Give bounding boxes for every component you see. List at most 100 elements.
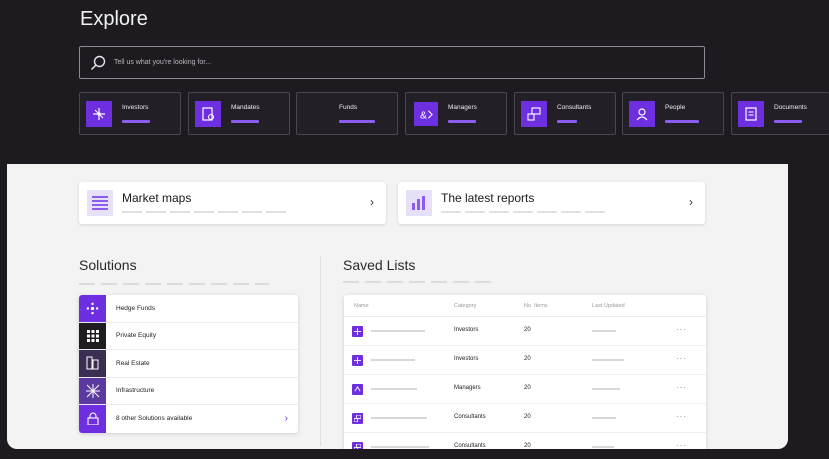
placeholder-line (371, 446, 429, 448)
real-estate-icon (79, 350, 106, 377)
placeholder-line (441, 211, 461, 213)
solution-infrastructure[interactable]: Infrastructure (79, 377, 298, 405)
investors-icon (86, 101, 112, 127)
solution-label: 8 other Solutions available (116, 415, 193, 423)
placeholder-line (489, 211, 509, 213)
category-bar (557, 120, 577, 123)
placeholder-line (218, 211, 238, 213)
more-icon[interactable]: ··· (676, 325, 687, 334)
solution-more[interactable]: 8 other Solutions available › (79, 405, 298, 433)
solution-label: Infrastructure (116, 387, 155, 395)
column-header[interactable]: Category (454, 303, 476, 309)
row-items: 20 (524, 443, 531, 449)
more-icon[interactable]: ··· (676, 354, 687, 363)
row-category: Consultants (454, 414, 486, 420)
placeholder-line (371, 417, 427, 419)
category-documents[interactable]: Documents (731, 92, 829, 135)
mandates-icon (195, 101, 221, 127)
row-items: 20 (524, 385, 531, 391)
placeholder-line (266, 211, 286, 213)
category-mandates[interactable]: Mandates (188, 92, 290, 135)
placeholder-line (79, 283, 269, 285)
category-bar (339, 120, 375, 123)
row-category: Investors (454, 356, 479, 362)
table-row[interactable]: Investors 20 ··· (344, 317, 706, 346)
infrastructure-icon (79, 377, 106, 404)
placeholder-line (592, 388, 620, 390)
column-header[interactable]: No. Items (524, 303, 548, 309)
solution-real-estate[interactable]: Real Estate (79, 350, 298, 378)
table-row[interactable]: Investors 20 ··· (344, 346, 706, 375)
placeholder-line (592, 446, 614, 448)
column-header[interactable]: Name (354, 303, 369, 309)
placeholder-line (371, 388, 417, 390)
search-input[interactable]: Tell us what you're looking for... (114, 59, 211, 66)
row-category: Investors (454, 327, 479, 333)
placeholder-line (371, 359, 415, 361)
search-icon (90, 55, 106, 70)
bar-chart-icon (406, 190, 432, 216)
market-maps-card[interactable]: Market maps › (79, 182, 386, 224)
category-label: Consultants (557, 104, 592, 111)
saved-lists-title: Saved Lists (343, 257, 416, 273)
placeholder-line (537, 211, 557, 213)
category-investors[interactable]: Investors (79, 92, 181, 135)
managers-icon (352, 384, 363, 395)
category-bar (774, 120, 802, 123)
row-items: 20 (524, 356, 531, 362)
placeholder-line (592, 359, 624, 361)
managers-icon: & (414, 102, 438, 126)
more-icon[interactable]: ··· (676, 441, 687, 449)
chevron-right-icon[interactable]: › (285, 413, 288, 424)
page-title: Explore (80, 8, 148, 30)
category-consultants[interactable]: Consultants (514, 92, 616, 135)
category-managers[interactable]: & Managers (405, 92, 507, 135)
private-equity-icon (79, 322, 106, 349)
placeholder-line (194, 211, 214, 213)
category-funds[interactable]: Funds (296, 92, 398, 135)
placeholder-line (465, 211, 485, 213)
solution-label: Real Estate (116, 359, 150, 367)
svg-text:&: & (419, 110, 426, 121)
solution-hedge-funds[interactable]: Hedge Funds (79, 295, 298, 323)
placeholder-line (122, 211, 142, 213)
row-category: Managers (454, 385, 481, 391)
investors-icon (352, 355, 363, 366)
consultants-icon (352, 413, 363, 424)
category-label: Mandates (231, 104, 260, 111)
more-icon[interactable]: ··· (676, 383, 687, 392)
category-label: People (665, 104, 686, 111)
category-label: Funds (339, 104, 358, 111)
solution-private-equity[interactable]: Private Equity (79, 322, 298, 350)
row-items: 20 (524, 327, 531, 333)
latest-reports-card[interactable]: The latest reports › (398, 182, 705, 224)
table-row[interactable]: Consultants 20 ··· (344, 433, 706, 449)
card-title: Market maps (122, 191, 192, 205)
category-label: Investors (122, 104, 149, 111)
column-header[interactable]: Last Updated (592, 303, 625, 309)
placeholder-line (592, 330, 616, 332)
category-bar (665, 120, 699, 123)
placeholder-line (585, 211, 605, 213)
search-bar[interactable]: Tell us what you're looking for... (79, 46, 705, 79)
row-items: 20 (524, 414, 531, 420)
chevron-right-icon: › (689, 195, 693, 209)
saved-lists-table: Name Category No. Items Last Updated Inv… (344, 295, 706, 449)
placeholder-line (592, 417, 616, 419)
placeholder-line (513, 211, 533, 213)
category-label: Managers (448, 104, 477, 111)
solution-label: Hedge Funds (116, 304, 156, 312)
chevron-right-icon: › (370, 195, 374, 209)
more-icon[interactable]: ··· (676, 412, 687, 421)
row-category: Consultants (454, 443, 486, 449)
documents-icon (738, 101, 764, 127)
placeholder-line (170, 211, 190, 213)
placeholder-line (343, 281, 497, 283)
consultants-icon (521, 101, 547, 127)
consultants-icon (352, 442, 363, 449)
table-row[interactable]: Consultants 20 ··· (344, 404, 706, 433)
table-row[interactable]: Managers 20 ··· (344, 375, 706, 404)
content-panel: Market maps › The latest reports › Solut… (7, 164, 788, 449)
investors-icon (352, 326, 363, 337)
category-people[interactable]: People (622, 92, 724, 135)
